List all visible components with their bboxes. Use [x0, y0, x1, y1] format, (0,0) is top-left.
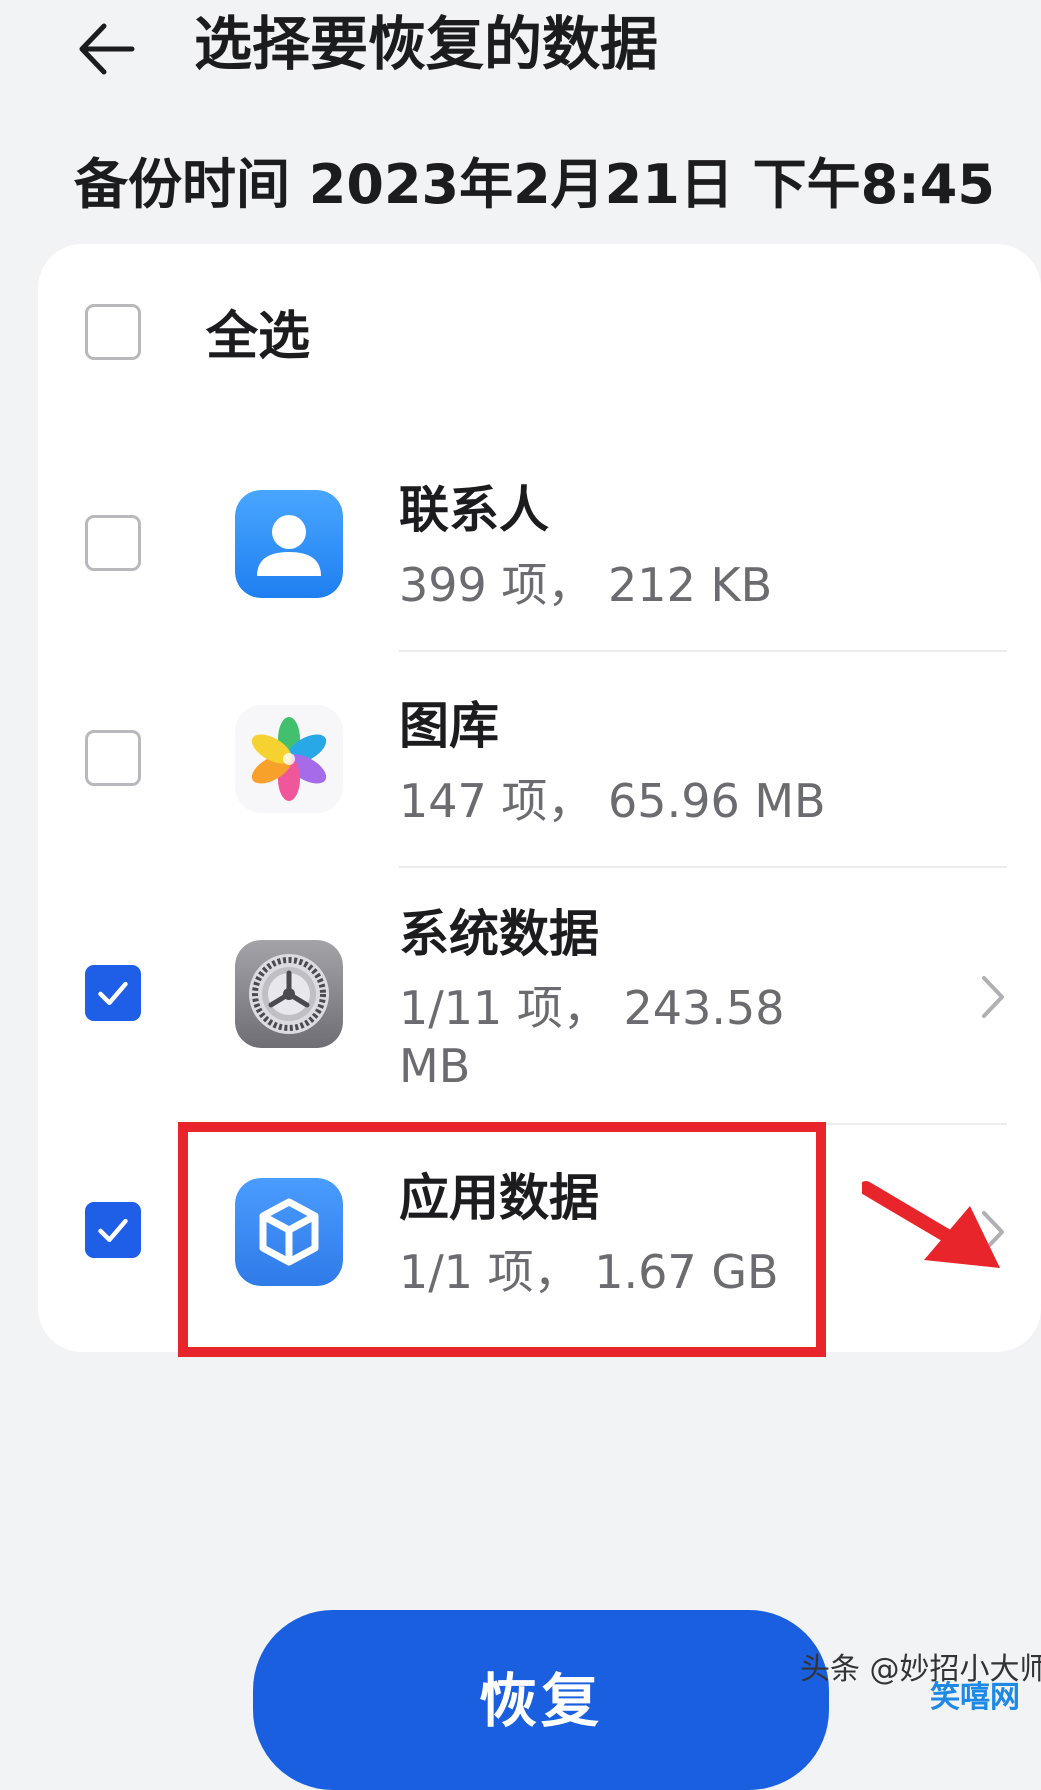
select-all-label: 全选 [206, 307, 311, 367]
gallery-checkbox[interactable] [85, 730, 141, 786]
contacts-icon [235, 490, 343, 598]
annotation-arrow-icon [859, 1168, 1012, 1278]
system-data-checkbox[interactable] [85, 965, 141, 1021]
item-meta: 399 项， 212 KB [399, 558, 773, 612]
restore-button-label: 恢复 [478, 1667, 603, 1735]
highlight-box [178, 1122, 826, 1357]
item-title: 系统数据 [399, 905, 599, 963]
item-meta: 147 项， 65.96 MB [399, 774, 826, 828]
page-title: 选择要恢复的数据 [194, 10, 659, 78]
divider [399, 650, 1007, 652]
checkmark-icon [98, 981, 128, 1006]
system-data-chevron-icon[interactable] [978, 972, 1008, 1022]
backup-time: 备份时间 2023年2月21日 下午8:45 [74, 153, 995, 216]
back-button[interactable] [72, 14, 142, 84]
back-arrow-icon [79, 23, 135, 75]
app-data-checkbox[interactable] [85, 1202, 141, 1258]
settings-gear-icon [235, 940, 343, 1048]
item-meta: 1/11 项， 243.58 MB [399, 981, 785, 1093]
gallery-icon [235, 705, 343, 813]
item-title: 联系人 [399, 481, 549, 539]
contacts-checkbox[interactable] [85, 515, 141, 571]
item-title: 图库 [399, 697, 499, 755]
watermark-logo: 笑嘻网 [930, 1680, 1020, 1715]
checkmark-icon [98, 1218, 128, 1243]
divider [399, 866, 1007, 868]
restore-button[interactable]: 恢复 [253, 1610, 829, 1790]
select-all-checkbox[interactable] [85, 304, 141, 360]
